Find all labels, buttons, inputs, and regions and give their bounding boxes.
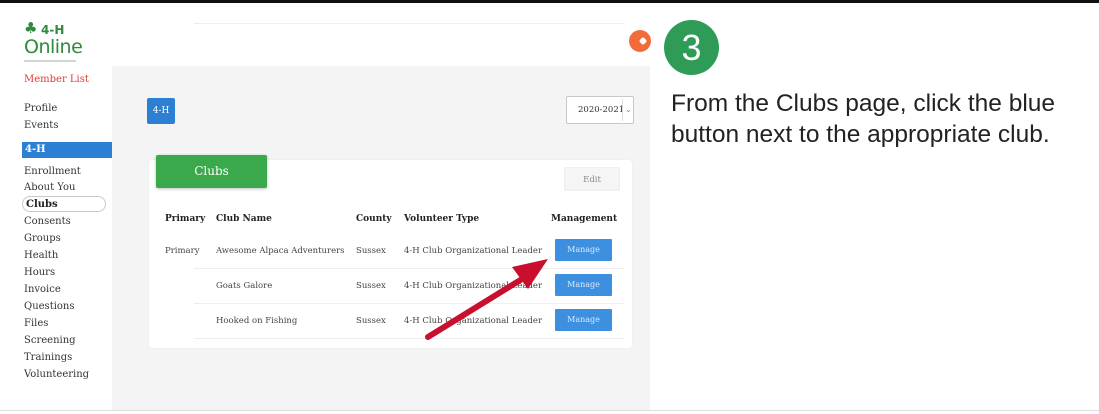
sidebar-item-screening[interactable]: Screening [24, 333, 106, 349]
member-list-link[interactable]: Member List [24, 74, 89, 85]
sidebar-item-questions[interactable]: Questions [24, 299, 106, 315]
sidebar-item-profile[interactable]: Profile [24, 101, 106, 117]
sidebar-item-4h[interactable]: 4-H [22, 142, 112, 158]
step-number-badge: 3 [664, 20, 719, 75]
instruction-text: From the Clubs page, click the blue butt… [671, 90, 1056, 148]
sidebar-item-clubs[interactable]: Clubs [22, 196, 106, 212]
logo-tagline [24, 60, 76, 62]
logo-top-text: 4-H [41, 23, 65, 37]
sidebar-item-invoice[interactable]: Invoice [24, 282, 106, 298]
sidebar-item-groups[interactable]: Groups [24, 231, 106, 247]
sidebar-item-files[interactable]: Files [24, 316, 106, 332]
sidebar-item-hours[interactable]: Hours [24, 265, 106, 281]
sidebar-item-volunteering[interactable]: Volunteering [24, 367, 106, 383]
logo-bottom-text: Online [24, 36, 83, 58]
red-arrow-annotation [425, 259, 548, 340]
sidebar-item-enrollment[interactable]: Enrollment [24, 164, 106, 180]
sidebar-item-health[interactable]: Health [24, 248, 106, 264]
sidebar: ♣ 4-H Online Member List Profile Events … [0, 3, 112, 410]
bottom-border [0, 410, 1099, 411]
clover-icon: ♣ [24, 19, 38, 37]
sidebar-item-events[interactable]: Events [24, 118, 106, 134]
4h-online-logo[interactable]: ♣ 4-H Online [24, 21, 84, 63]
sidebar-item-about-you[interactable]: About You [24, 180, 106, 196]
sidebar-item-trainings[interactable]: Trainings [24, 350, 106, 366]
sidebar-item-consents[interactable]: Consents [24, 214, 106, 230]
main-content: 4-H 2020-2021 ⌄ Clubs Edit Primary Club … [112, 3, 651, 410]
